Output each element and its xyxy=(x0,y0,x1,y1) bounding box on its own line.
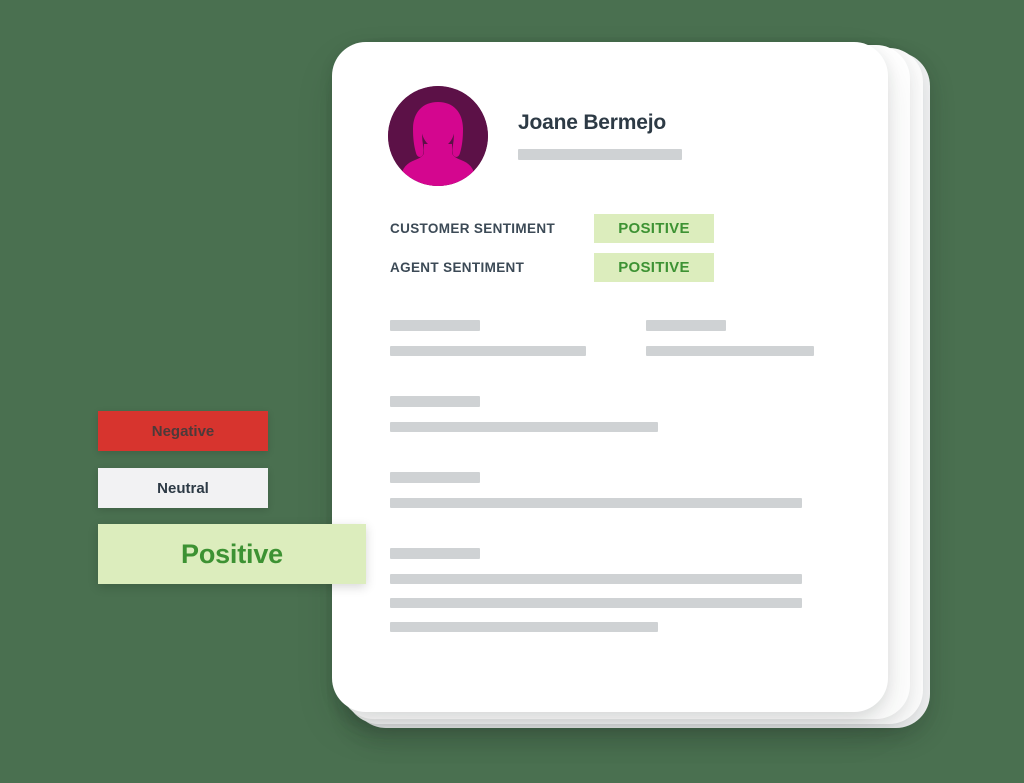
placeholder-group-4 xyxy=(390,548,830,632)
placeholder-group-2 xyxy=(390,396,830,432)
placeholder-bar xyxy=(646,320,726,331)
legend-pill-positive[interactable]: Positive xyxy=(98,524,366,584)
placeholder-bar xyxy=(390,548,480,559)
person-subtitle-placeholder xyxy=(518,148,682,160)
placeholder-bar xyxy=(646,346,814,356)
sentiment-row-customer: CUSTOMER SENTIMENT POSITIVE xyxy=(390,213,714,243)
legend-pill-neutral[interactable]: Neutral xyxy=(98,468,268,508)
card-header: Joane Bermejo xyxy=(388,86,682,186)
placeholder-bar xyxy=(390,622,658,632)
placeholder-column-left xyxy=(390,320,586,356)
placeholder-bar xyxy=(390,320,480,331)
transcript-placeholder-body xyxy=(390,320,830,632)
conversation-card[interactable]: Joane Bermejo CUSTOMER SENTIMENT POSITIV… xyxy=(332,42,888,712)
placeholder-bar xyxy=(390,498,802,508)
legend-pill-negative[interactable]: Negative xyxy=(98,411,268,451)
sentiment-summary: CUSTOMER SENTIMENT POSITIVE AGENT SENTIM… xyxy=(390,213,714,292)
identity-block: Joane Bermejo xyxy=(518,111,682,162)
person-name: Joane Bermejo xyxy=(518,110,666,134)
placeholder-bar xyxy=(390,346,586,356)
customer-sentiment-badge[interactable]: POSITIVE xyxy=(594,213,714,243)
placeholder-bar xyxy=(390,396,480,407)
placeholder-bar xyxy=(390,598,802,608)
placeholder-bar xyxy=(390,574,802,584)
placeholder-bar xyxy=(390,422,658,432)
placeholder-group-3 xyxy=(390,472,830,508)
user-avatar-icon xyxy=(388,86,488,186)
agent-sentiment-label: AGENT SENTIMENT xyxy=(390,259,525,275)
customer-sentiment-label: CUSTOMER SENTIMENT xyxy=(390,220,556,236)
agent-sentiment-badge[interactable]: POSITIVE xyxy=(594,252,714,282)
screenshot-stage: Joane Bermejo CUSTOMER SENTIMENT POSITIV… xyxy=(0,0,1024,783)
placeholder-bar xyxy=(390,472,480,483)
placeholder-group-1 xyxy=(390,320,830,356)
sentiment-row-agent: AGENT SENTIMENT POSITIVE xyxy=(390,252,714,282)
placeholder-column-right xyxy=(646,320,814,356)
